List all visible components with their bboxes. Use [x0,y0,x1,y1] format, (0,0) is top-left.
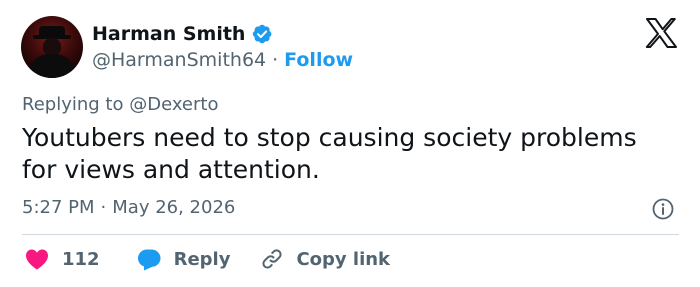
tweet-text: Youtubers need to stop causing society p… [22,123,637,184]
author-display-name[interactable]: Harman Smith [92,22,245,46]
author-handle[interactable]: @HarmanSmith64 [92,48,266,72]
author-handle-row: @HarmanSmith64 · Follow [92,48,353,72]
tweet-time[interactable]: 5:27 PM [22,196,95,220]
reply-bubble-icon [137,249,161,271]
info-icon[interactable] [652,198,674,220]
action-bar: 112 Reply Copy link [24,247,390,271]
replying-to-prefix: Replying to [22,94,124,115]
follow-button[interactable]: Follow [284,48,353,72]
replying-to-mention[interactable]: @Dexerto [129,94,218,115]
reply-label: Reply [173,248,231,270]
separator-dot: · [272,49,279,71]
like-button[interactable]: 112 [24,247,100,271]
author-name-row: Harman Smith [92,22,273,46]
x-logo-icon[interactable] [645,18,677,48]
tweet-timestamp[interactable]: 5:27 PM · May 26, 2026 [22,196,235,220]
divider [22,234,679,235]
replying-to: Replying to @Dexerto [22,93,218,117]
copy-link-button[interactable]: Copy link [260,247,390,271]
tweet-date[interactable]: May 26, 2026 [112,196,235,220]
timestamp-separator: · [100,197,107,218]
heart-icon [26,249,48,270]
verified-badge-icon [251,23,273,45]
copy-link-label: Copy link [296,248,391,270]
like-count: 112 [62,248,100,270]
reply-button[interactable]: Reply [136,247,231,271]
link-icon [262,249,282,269]
avatar-body [29,54,75,78]
avatar[interactable] [21,16,83,78]
